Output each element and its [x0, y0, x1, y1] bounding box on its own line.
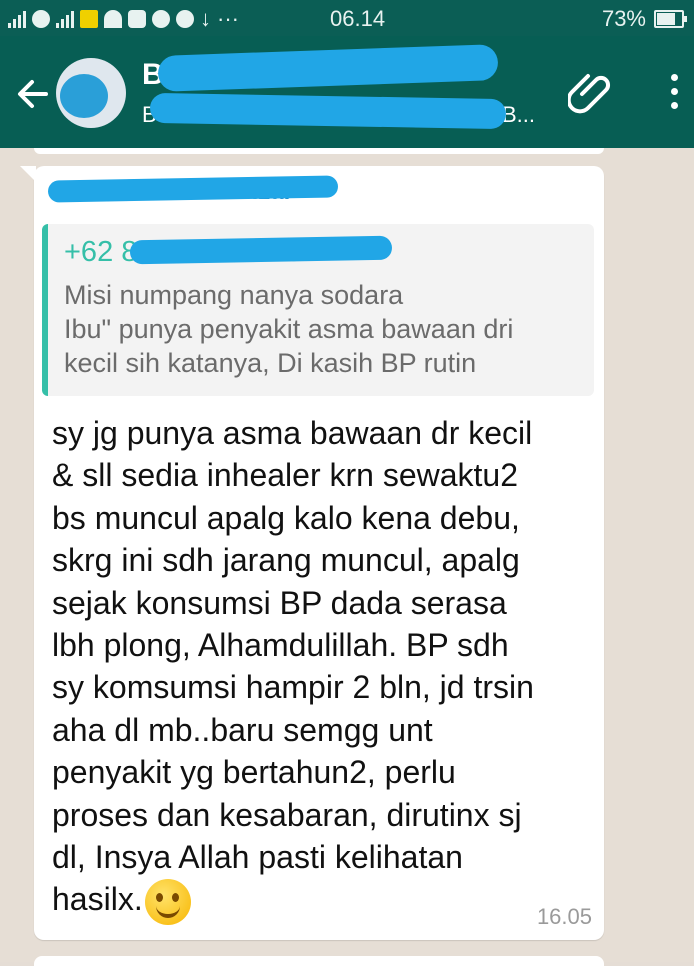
download-icon: ↓ — [200, 6, 211, 31]
status-bar: ↓ ··· 06.14 73% — [0, 0, 694, 36]
messenger-icon — [176, 10, 194, 28]
message-text: sy jg punya asma bawaan dr kecil & sll s… — [52, 412, 600, 926]
youtube-icon — [128, 10, 146, 28]
status-time: 06.14 — [330, 6, 386, 31]
battery-indicator: 73% — [601, 6, 687, 32]
attach-clip-icon[interactable] — [568, 70, 614, 116]
signal-icon — [8, 10, 26, 28]
more-notifications-icon: ··· — [217, 6, 239, 31]
wifi-icon — [104, 10, 122, 28]
battery-icon — [654, 10, 687, 28]
smiling-face-emoji-icon — [144, 879, 191, 926]
redaction-mark-2 — [149, 92, 507, 130]
previous-message-edge — [34, 148, 604, 154]
redaction-mark — [157, 44, 499, 92]
app-notification-icon-2 — [80, 10, 98, 28]
message-timestamp: 16.05 — [536, 904, 592, 929]
quoted-text: Misi numpang nanya sodara Ibu" punya pen… — [64, 280, 514, 378]
redaction-mark-4 — [129, 235, 393, 265]
app-notification-icon — [32, 10, 50, 28]
signal-icon-2 — [56, 10, 74, 28]
telegram-icon — [152, 10, 170, 28]
next-message-edge — [34, 956, 604, 966]
quoted-message[interactable]: +62 821-8567-9531 Misi numpang nanya sod… — [42, 224, 594, 396]
contact-subtitle-end: B... — [502, 102, 536, 127]
back-arrow-icon[interactable] — [12, 74, 52, 114]
message-text-content: sy jg punya asma bawaan dr kecil & sll s… — [52, 415, 534, 918]
message-bubble[interactable]: BP C2 Mariana Erizal +62 821-8567-9531 M… — [20, 166, 604, 940]
more-vert-icon[interactable] — [664, 74, 684, 118]
status-icons: ↓ ··· — [8, 6, 239, 32]
chat-header: B B B... — [0, 36, 694, 148]
redaction-mark-3 — [47, 175, 339, 203]
contact-avatar[interactable] — [56, 58, 126, 128]
battery-percent: 73% — [601, 6, 646, 31]
